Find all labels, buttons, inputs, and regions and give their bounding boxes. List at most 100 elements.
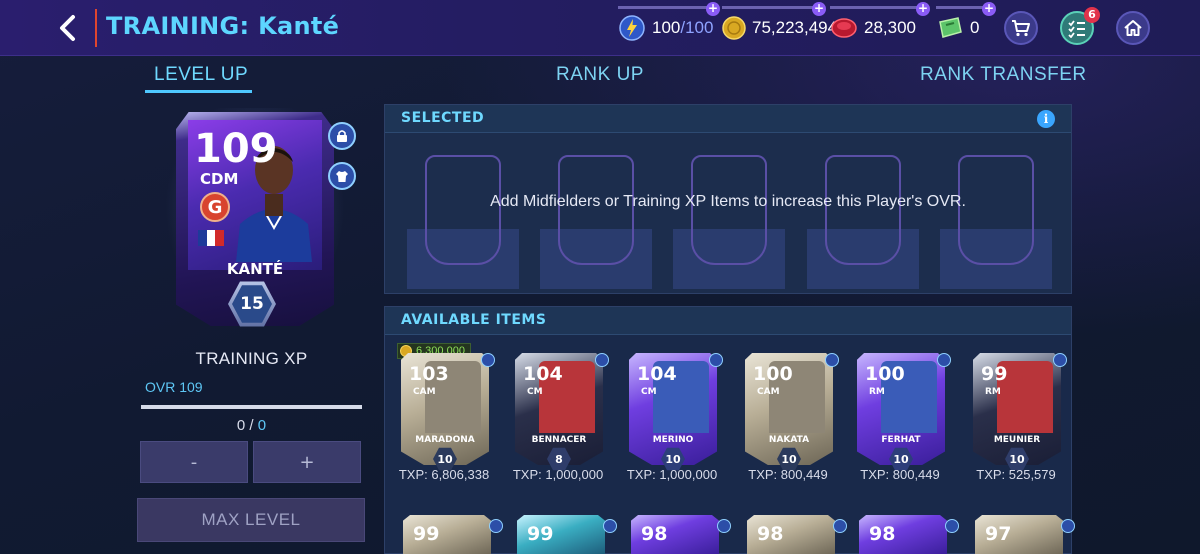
- energy-icon: [618, 14, 646, 42]
- item-card-ferhat[interactable]: 100 RM FERHAT 10 TXP: 800,449: [845, 349, 955, 489]
- add-energy-button[interactable]: +: [706, 2, 720, 16]
- item-ovr: 99: [527, 523, 554, 545]
- lock-icon[interactable]: [603, 519, 617, 533]
- objectives-button[interactable]: 6: [1060, 7, 1100, 45]
- item-ovr: 98: [757, 523, 784, 545]
- tab-level-up[interactable]: LEVEL UP: [154, 64, 248, 86]
- item-card-row2-6[interactable]: 97: [975, 515, 1075, 554]
- player-name: KANTÉ: [226, 260, 284, 278]
- item-name: MERINO: [652, 435, 694, 445]
- selected-heading: SELECTED: [401, 110, 485, 126]
- selected-slot-2[interactable]: [540, 149, 652, 289]
- add-gems-button[interactable]: +: [916, 2, 930, 16]
- info-icon[interactable]: i: [1037, 110, 1055, 128]
- lock-icon[interactable]: [937, 353, 951, 367]
- item-ovr: 100: [753, 363, 793, 385]
- lock-icon[interactable]: [717, 519, 731, 533]
- item-txp: TXP: 1,000,000: [512, 467, 604, 482]
- back-button[interactable]: [52, 12, 84, 44]
- resource-bar: [722, 6, 820, 9]
- coins-value: 75,223,494: [752, 18, 838, 37]
- item-card-row2-5[interactable]: 98: [859, 515, 959, 554]
- cart-icon: [1012, 20, 1030, 37]
- lock-icon[interactable]: [481, 353, 495, 367]
- item-ovr: 98: [641, 523, 668, 545]
- program-badge: G: [200, 192, 230, 222]
- item-txp: TXP: 800,449: [748, 467, 828, 482]
- lock-icon[interactable]: [833, 519, 847, 533]
- notification-badge: 6: [1084, 7, 1100, 23]
- available-header: AVAILABLE ITEMS: [385, 307, 1071, 335]
- energy-resource: + 100/100: [618, 2, 720, 50]
- tickets-value: 0: [970, 18, 980, 37]
- france-flag-icon: [198, 230, 225, 246]
- item-card-row2-3[interactable]: 98: [631, 515, 731, 554]
- home-button[interactable]: [1116, 11, 1150, 45]
- gems-resource: + 28,300: [830, 2, 930, 50]
- tab-rank-up[interactable]: RANK UP: [556, 64, 644, 86]
- item-ovr: 99: [981, 363, 1008, 385]
- lock-icon[interactable]: [1053, 353, 1067, 367]
- item-txp: TXP: 1,000,000: [626, 467, 718, 482]
- selected-slot-4[interactable]: [807, 149, 919, 289]
- item-ovr: 98: [869, 523, 896, 545]
- item-card-meunier[interactable]: 99 RM MEUNIER 10 TXP: 525,579: [961, 349, 1071, 489]
- lock-icon[interactable]: [945, 519, 959, 533]
- decrease-xp-button[interactable]: -: [140, 441, 248, 483]
- tickets-resource: + 0: [936, 2, 996, 50]
- kit-button[interactable]: [328, 162, 356, 190]
- item-card-row2-4[interactable]: 98: [747, 515, 847, 554]
- energy-value: 100: [652, 18, 681, 37]
- lock-icon: [337, 130, 347, 142]
- item-ovr: 99: [413, 523, 440, 545]
- coins-resource: + 75,223,494: [722, 2, 837, 50]
- player-card[interactable]: 109 CDM G KANTÉ 15: [148, 108, 358, 330]
- item-ovr: 97: [985, 523, 1012, 545]
- selected-slot-1[interactable]: [407, 149, 519, 289]
- resource-bar: [830, 6, 924, 9]
- lock-icon[interactable]: [1061, 519, 1075, 533]
- page-title: TRAINING: Kanté: [106, 12, 340, 40]
- item-card-row2-1[interactable]: 99: [403, 515, 503, 554]
- item-txp: TXP: 525,579: [976, 467, 1056, 482]
- item-card-row2-2[interactable]: 99: [517, 515, 617, 554]
- store-button[interactable]: [1004, 11, 1038, 45]
- chevron-left-icon: [60, 15, 75, 41]
- available-heading: AVAILABLE ITEMS: [401, 312, 547, 328]
- item-card-merino[interactable]: 104 CM MERINO 10 TXP: 1,000,000: [617, 349, 727, 489]
- item-ovr: 104: [523, 363, 563, 385]
- top-bar: TRAINING: Kanté + 100/100 + 75,223,494 +…: [0, 0, 1200, 56]
- lock-icon[interactable]: [825, 353, 839, 367]
- player-ovr: 109: [194, 126, 278, 172]
- lock-icon[interactable]: [709, 353, 723, 367]
- player-rank: 15: [232, 285, 272, 323]
- add-tickets-button[interactable]: +: [982, 2, 996, 16]
- selected-slot-5[interactable]: [940, 149, 1052, 289]
- max-level-button[interactable]: MAX LEVEL: [137, 498, 365, 542]
- xp-progress-bar: [141, 405, 362, 409]
- increase-xp-button[interactable]: +: [253, 441, 361, 483]
- selected-slot-3[interactable]: [673, 149, 785, 289]
- item-name: FERHAT: [881, 435, 921, 445]
- add-coins-button[interactable]: +: [812, 2, 826, 16]
- lock-icon[interactable]: [489, 519, 503, 533]
- item-ovr: 104: [637, 363, 677, 385]
- item-card-maradona[interactable]: 103 CAM MARADONA 10 TXP: 6,806,338: [389, 349, 499, 489]
- selected-instructions: Add Midfielders or Training XP Items to …: [490, 193, 966, 210]
- xp-separator: /: [245, 417, 258, 434]
- training-xp-title: TRAINING XP: [195, 349, 308, 368]
- gems-value: 28,300: [864, 18, 916, 37]
- item-card-bennacer[interactable]: 104 CM BENNACER 8 TXP: 1,000,000: [503, 349, 613, 489]
- xp-total: 0: [257, 417, 267, 434]
- item-position: CAM: [413, 387, 436, 397]
- lock-icon[interactable]: [595, 353, 609, 367]
- item-name: BENNACER: [531, 435, 587, 445]
- tab-rank-transfer[interactable]: RANK TRANSFER: [920, 64, 1087, 86]
- item-position: CM: [527, 387, 543, 397]
- item-card-nakata[interactable]: 100 CAM NAKATA 10 TXP: 800,449: [733, 349, 843, 489]
- lock-button[interactable]: [328, 122, 356, 150]
- item-position: CAM: [757, 387, 780, 397]
- energy-max: /100: [680, 18, 714, 37]
- selected-header: SELECTED i: [385, 105, 1071, 133]
- title-separator: [95, 9, 97, 47]
